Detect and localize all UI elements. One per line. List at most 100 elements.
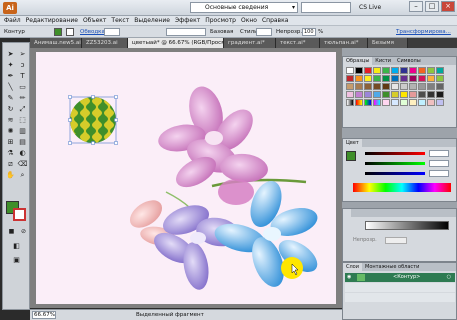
slider-b[interactable] [343,169,457,178]
layer-row[interactable] [345,293,455,302]
opacity-panel-field[interactable] [385,237,407,244]
graph-icon[interactable]: ▥ [17,126,28,136]
document-tabs: Анимаш.new5.ai* ZZ53203.ai цветыай* @ 66… [30,38,457,48]
eraser-icon[interactable]: ⌫ [17,159,28,169]
menu-edit[interactable]: Редактирование [26,16,78,26]
slider-g[interactable] [343,159,457,168]
tab-zz53203[interactable]: ZZ53203.ai [82,38,128,48]
draw-mode-icon[interactable]: ◧ [11,241,22,251]
artwork [68,86,318,290]
stroke-swatch[interactable] [66,28,74,36]
tab-flowers[interactable]: цветыай* @ 66.67% (RGB/Просмотр) [128,38,224,48]
panel-dock: Образцы Кисти Символы Цвет Непрозр. Слои… [342,48,457,320]
title-bar: Ai Основные сведения ▾ CS Live – □ × [0,0,457,16]
selection-arrow-icon[interactable]: ➤ [5,49,16,59]
close-button[interactable]: × [441,1,455,12]
search-input[interactable] [301,2,351,13]
none-mode-icon[interactable]: ⊘ [18,227,29,237]
menu-type[interactable]: Текст [111,16,129,26]
tab-gradient-panel[interactable] [343,209,351,217]
warp-icon[interactable]: ≋ [5,115,16,125]
pen-icon[interactable]: ✒ [5,71,16,81]
tab-brushes[interactable]: Кисти [372,57,394,65]
swatch-grid[interactable] [343,65,456,108]
magic-wand-icon[interactable]: ✦ [5,60,16,70]
blend-icon[interactable]: ◐ [17,148,28,158]
gradient-slider[interactable] [365,221,449,230]
layer-row[interactable]: ◉ <Контур> ○ [345,273,455,282]
cs-live-button[interactable]: CS Live [359,2,381,13]
hand-icon[interactable]: ✋ [5,170,16,180]
color-mode-icon[interactable]: ■ [6,227,17,237]
tab-artboards[interactable]: Монтажные области [362,263,422,271]
menu-window[interactable]: Окно [241,16,257,26]
stroke-weight-field[interactable] [104,28,120,36]
zoom-icon[interactable]: ⌕ [17,170,28,180]
menu-help[interactable]: Справка [262,16,288,26]
layer-thumbnail [357,274,365,281]
zoom-field[interactable]: 66.67% [32,311,56,319]
opacity-unit: % [318,29,324,35]
mesh-icon[interactable]: ⊞ [5,137,16,147]
screen-mode-icon[interactable]: ▣ [11,255,22,265]
window-controls: – □ × [409,1,455,12]
brush-profile-field[interactable] [166,28,206,36]
lasso-icon[interactable]: ↄ [17,60,28,70]
type-icon[interactable]: T [17,71,28,81]
maximize-button[interactable]: □ [425,1,439,12]
layer-name: <Контур> [393,274,421,280]
tab-tulip[interactable]: тюльпан.ai* [320,38,368,48]
target-icon[interactable]: ○ [447,273,451,282]
direct-selection-icon[interactable]: ➢ [17,49,28,59]
control-bar: Контур Обводка: Базовая Стиль: Непрозр.:… [0,26,457,38]
fill-stroke-control[interactable] [6,201,26,221]
chevron-down-icon: ▾ [291,4,295,11]
free-transform-icon[interactable]: ⬚ [17,115,28,125]
eyedropper-icon[interactable]: ⚗ [5,148,16,158]
layers-panel: Слои Монтажные области ◉ <Контур> ○ [342,262,457,320]
rotate-icon[interactable]: ↻ [5,104,16,114]
slice-icon[interactable]: ⧄ [5,159,16,169]
tab-text[interactable]: текст.ai* [276,38,320,48]
status-selection[interactable]: Выделенный фрагмент [136,310,204,320]
tab-gradient[interactable]: градиент.ai* [224,38,276,48]
style-field[interactable] [256,28,272,36]
menu-object[interactable]: Объект [83,16,106,26]
line-icon[interactable]: ╲ [5,82,16,92]
tab-symbols[interactable]: Символы [394,57,424,65]
stroke-color-box[interactable] [13,208,26,221]
tab-swatches[interactable]: Образцы [343,57,373,65]
stroke-link[interactable]: Обводка: [80,26,107,38]
tab-color[interactable]: Цвет [343,139,362,147]
document-canvas[interactable] [30,48,342,308]
melon-object[interactable] [68,92,118,146]
transform-link[interactable]: Трансформирова... [396,26,451,38]
opacity-field[interactable]: 100 [302,28,316,36]
color-spectrum[interactable] [353,183,451,192]
brush-icon[interactable]: ✎ [5,93,16,103]
layer-row[interactable] [345,283,455,292]
workspace-switcher[interactable]: Основные сведения ▾ [190,2,298,13]
color-panel: Цвет [342,138,457,202]
menu-select[interactable]: Выделение [134,16,170,26]
menu-file[interactable]: Файл [4,16,21,26]
pencil-icon[interactable]: ✏ [17,93,28,103]
rectangle-icon[interactable]: ▭ [17,82,28,92]
menu-bar: Файл Редактирование Объект Текст Выделен… [0,16,457,26]
gradient-panel: Непрозр. [342,208,457,262]
slider-r[interactable] [343,149,457,158]
menu-view[interactable]: Просмотр [205,16,236,26]
artboard[interactable] [36,52,336,304]
tab-animash[interactable]: Анимаш.new5.ai* [30,38,82,48]
swatches-panel: Образцы Кисти Символы [342,56,457,128]
minimize-button[interactable]: – [409,1,423,12]
menu-effect[interactable]: Эффект [175,16,200,26]
symbol-sprayer-icon[interactable]: ✺ [5,126,16,136]
scale-icon[interactable]: ⤢ [17,104,28,114]
tab-layers[interactable]: Слои [343,263,362,271]
tab-untitled[interactable]: Безымя [368,38,408,48]
fill-swatch[interactable] [54,28,62,36]
eye-icon[interactable]: ◉ [347,273,351,282]
gradient-icon[interactable]: ▤ [17,137,28,147]
illustrator-logo: Ai [3,2,17,14]
